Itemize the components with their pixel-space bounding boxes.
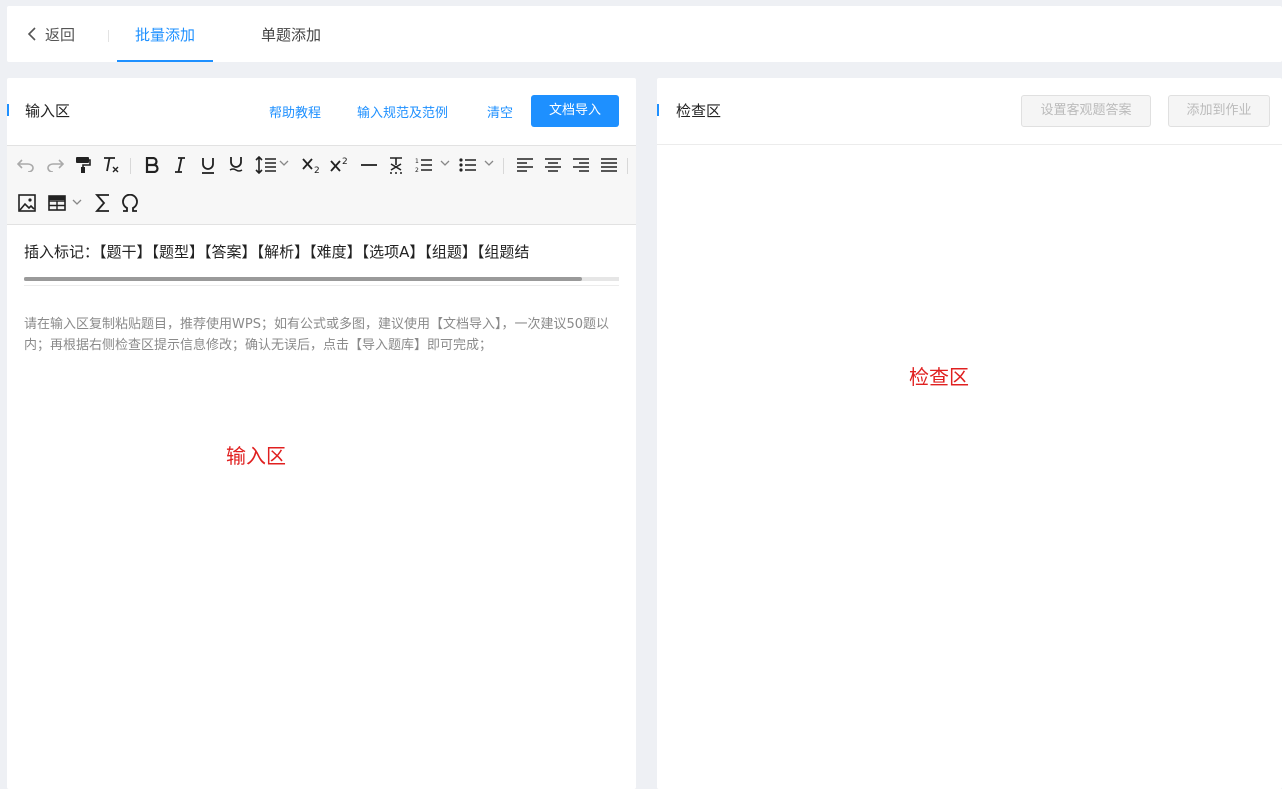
clear-link[interactable]: 清空 bbox=[487, 102, 513, 121]
help-tutorial-link[interactable]: 帮助教程 bbox=[269, 102, 321, 121]
divider bbox=[24, 285, 619, 286]
input-panel-header: 输入区 帮助教程 输入规范及范例 清空 文档导入 bbox=[7, 78, 636, 145]
document-import-button[interactable]: 文档导入 bbox=[531, 95, 619, 127]
markers-scrollbar[interactable] bbox=[24, 277, 619, 281]
input-area-label: 输入区 bbox=[226, 444, 286, 468]
clear-format-icon[interactable] bbox=[99, 153, 123, 177]
table-dropdown-chevron-icon[interactable] bbox=[72, 195, 82, 211]
horizontal-rule-icon[interactable] bbox=[357, 153, 381, 177]
ordered-list-dropdown-chevron-icon[interactable] bbox=[440, 156, 450, 172]
top-navigation-bar: 返回 批量添加 单题添加 bbox=[7, 6, 1282, 62]
double-underline-icon[interactable] bbox=[224, 153, 248, 177]
set-objective-answer-button[interactable]: 设置客观题答案 bbox=[1021, 95, 1151, 127]
marker-difficulty[interactable]: 【难度】 bbox=[309, 243, 362, 261]
line-height-dropdown-chevron-icon[interactable] bbox=[279, 156, 289, 172]
emphasis-mark-icon[interactable] bbox=[384, 153, 408, 177]
scrollbar-thumb[interactable] bbox=[24, 277, 582, 281]
toolbar-divider bbox=[130, 158, 131, 174]
image-icon[interactable] bbox=[15, 191, 39, 215]
bold-icon[interactable] bbox=[140, 153, 164, 177]
marker-type[interactable]: 【题型】 bbox=[152, 243, 205, 261]
table-icon[interactable] bbox=[45, 191, 69, 215]
sigma-icon[interactable] bbox=[91, 191, 115, 215]
toolbar-divider bbox=[627, 158, 628, 174]
input-hint-text[interactable]: 请在输入区复制粘贴题目，推荐使用WPS；如有公式或多图，建议使用【文档导入】，一… bbox=[24, 314, 624, 356]
format-painter-icon[interactable] bbox=[71, 153, 95, 177]
back-button[interactable]: 返回 bbox=[27, 6, 75, 62]
editor-toolbar: 2 2 12 bbox=[7, 145, 636, 225]
input-panel-title: 输入区 bbox=[25, 102, 71, 120]
marker-stem[interactable]: 【题干】 bbox=[99, 243, 152, 261]
unordered-list-icon[interactable] bbox=[456, 153, 480, 177]
unordered-list-dropdown-chevron-icon[interactable] bbox=[484, 156, 494, 172]
align-right-icon[interactable] bbox=[569, 153, 593, 177]
back-label: 返回 bbox=[45, 25, 76, 44]
subscript-icon[interactable]: 2 bbox=[300, 153, 324, 177]
svg-text:1: 1 bbox=[415, 158, 419, 165]
redo-icon[interactable] bbox=[43, 153, 67, 177]
tab-single-add[interactable]: 单题添加 bbox=[261, 6, 321, 62]
divider bbox=[108, 30, 109, 42]
undo-icon[interactable] bbox=[14, 153, 38, 177]
toolbar-divider bbox=[503, 158, 504, 174]
superscript-icon[interactable]: 2 bbox=[328, 153, 352, 177]
svg-text:2: 2 bbox=[415, 167, 419, 173]
input-panel: 输入区 帮助教程 输入规范及范例 清空 文档导入 2 2 1 2 插入标记：【题… bbox=[7, 78, 636, 789]
title-accent-bar bbox=[657, 104, 659, 116]
tab-batch-add[interactable]: 批量添加 bbox=[117, 6, 213, 62]
svg-text:2: 2 bbox=[342, 157, 348, 167]
marker-option-a[interactable]: 【选项A】 bbox=[362, 243, 425, 261]
marker-analysis[interactable]: 【解析】 bbox=[257, 243, 310, 261]
check-panel-title: 检查区 bbox=[676, 102, 722, 120]
marker-group[interactable]: 【组题】 bbox=[424, 243, 477, 261]
marker-answer[interactable]: 【答案】 bbox=[204, 243, 257, 261]
line-height-icon[interactable] bbox=[254, 153, 278, 177]
marker-group-end[interactable]: 【组题结 bbox=[477, 243, 530, 261]
svg-text:2: 2 bbox=[314, 166, 320, 174]
title-accent-bar bbox=[7, 104, 9, 116]
input-spec-link[interactable]: 输入规范及范例 bbox=[357, 102, 448, 121]
justify-icon[interactable] bbox=[597, 153, 621, 177]
ordered-list-icon[interactable]: 12 bbox=[412, 153, 436, 177]
add-to-homework-button[interactable]: 添加到作业 bbox=[1168, 95, 1270, 127]
underline-icon[interactable] bbox=[196, 153, 220, 177]
chevron-left-icon bbox=[27, 27, 36, 41]
check-panel-header: 检查区 设置客观题答案 添加到作业 bbox=[657, 78, 1282, 145]
markers-prefix: 插入标记： bbox=[24, 243, 100, 261]
insert-markers-bar: 插入标记：【题干】【题型】【答案】【解析】【难度】【选项A】【组题】【组题结 bbox=[24, 241, 619, 261]
align-left-icon[interactable] bbox=[513, 153, 537, 177]
italic-icon[interactable] bbox=[168, 153, 192, 177]
check-panel: 检查区 设置客观题答案 添加到作业 检查区 bbox=[657, 78, 1282, 789]
check-area-label: 检查区 bbox=[909, 365, 969, 389]
align-center-icon[interactable] bbox=[541, 153, 565, 177]
omega-icon[interactable] bbox=[118, 191, 142, 215]
